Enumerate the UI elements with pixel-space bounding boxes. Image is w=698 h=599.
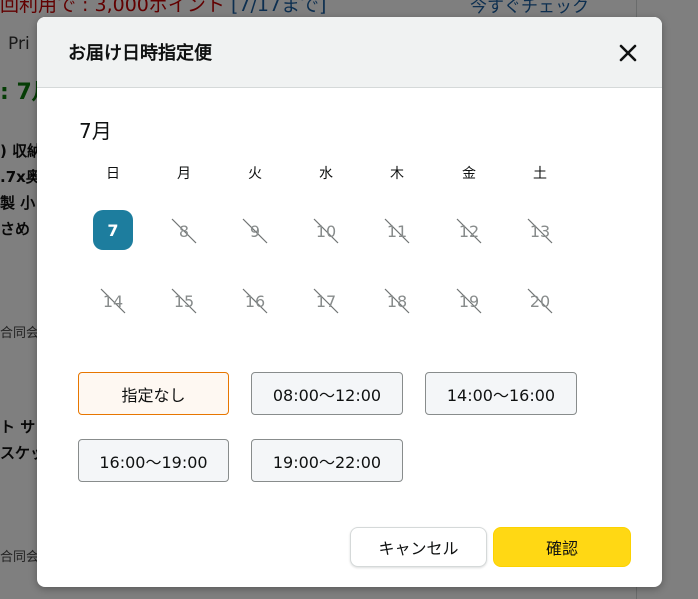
calendar-day-20-disabled: 20	[520, 281, 560, 321]
calendar-day-19-disabled: 19	[449, 281, 489, 321]
day-number: 20	[529, 291, 551, 311]
calendar-day-13-disabled: 13	[520, 211, 560, 251]
time-slot-1600-1900[interactable]: 16:00〜19:00	[78, 439, 229, 482]
calendar-day-11-disabled: 11	[377, 211, 417, 251]
calendar-day-16-disabled: 16	[235, 281, 275, 321]
day-number: 14	[102, 291, 124, 311]
weekday-fri: 金	[462, 166, 476, 182]
calendar-day-18-disabled: 18	[377, 281, 417, 321]
cancel-button[interactable]: キャンセル	[350, 527, 487, 567]
month-label: 7月	[79, 119, 112, 143]
time-slot-0800-1200[interactable]: 08:00〜12:00	[251, 372, 403, 415]
modal-title: お届け日時指定便	[68, 43, 212, 64]
calendar-day-12-disabled: 12	[449, 211, 489, 251]
weekday-wed: 水	[319, 166, 333, 182]
weekday-tue: 火	[248, 166, 262, 182]
weekday-sat: 土	[533, 166, 547, 182]
calendar-day-17-disabled: 17	[306, 281, 346, 321]
day-number: 18	[386, 291, 408, 311]
close-icon	[619, 44, 637, 62]
day-number: 9	[249, 221, 261, 241]
calendar-day-9-disabled: 9	[235, 211, 275, 251]
day-number: 7	[107, 220, 119, 240]
day-number: 12	[458, 221, 480, 241]
weekday-thu: 木	[390, 166, 404, 182]
calendar-day-14-disabled: 14	[93, 281, 133, 321]
calendar-day-10-disabled: 10	[306, 211, 346, 251]
weekday-sun: 日	[106, 166, 120, 182]
modal-header: お届け日時指定便	[37, 17, 662, 88]
time-slot-none[interactable]: 指定なし	[78, 372, 229, 415]
day-number: 19	[458, 291, 480, 311]
day-number: 13	[529, 221, 551, 241]
day-number: 8	[178, 221, 190, 241]
day-number: 15	[173, 291, 195, 311]
day-number: 17	[315, 291, 337, 311]
calendar-day-7-selected[interactable]: 7	[93, 210, 133, 250]
calendar-day-8-disabled: 8	[164, 211, 204, 251]
time-slot-1900-2200[interactable]: 19:00〜22:00	[251, 439, 403, 482]
close-button[interactable]	[612, 37, 644, 69]
weekday-mon: 月	[177, 166, 191, 182]
confirm-button[interactable]: 確認	[493, 527, 631, 567]
delivery-time-modal: お届け日時指定便 7月 日 月 火 水 木 金 土 7 8 9 10 11 12…	[37, 17, 662, 587]
time-slot-1400-1600[interactable]: 14:00〜16:00	[425, 372, 577, 415]
day-number: 16	[244, 291, 266, 311]
day-number: 10	[315, 221, 337, 241]
day-number: 11	[386, 221, 408, 241]
calendar-day-15-disabled: 15	[164, 281, 204, 321]
